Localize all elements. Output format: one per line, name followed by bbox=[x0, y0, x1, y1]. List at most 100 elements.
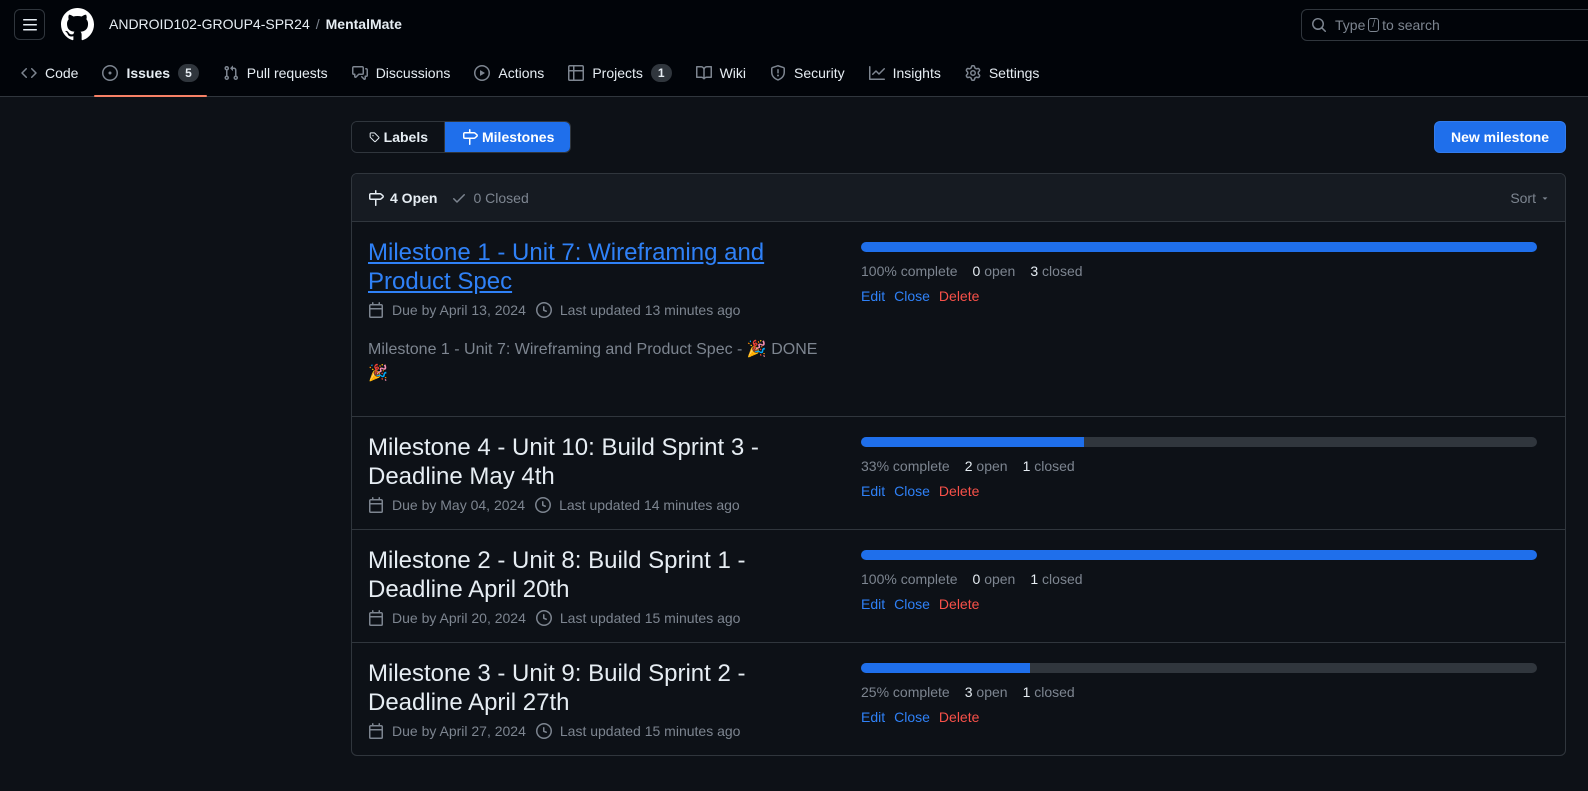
open-issues-word: open bbox=[984, 571, 1016, 587]
milestone-updated: Last updated 15 minutes ago bbox=[535, 610, 740, 626]
edit-milestone-link[interactable]: Edit bbox=[861, 288, 885, 304]
edit-milestone-link[interactable]: Edit bbox=[861, 709, 885, 725]
progress-bar bbox=[861, 663, 1537, 673]
milestone-stats: 100% complete 0 open 3 closed bbox=[861, 263, 1537, 279]
tab-pull-requests[interactable]: Pull requests bbox=[215, 56, 336, 89]
milestone-due: Due by April 20, 2024 bbox=[368, 610, 526, 626]
closed-issues-number: 1 bbox=[1022, 458, 1031, 474]
repo-header: ANDROID102-GROUP4-SPR24 / MentalMate Type … bbox=[0, 0, 1588, 97]
calendar-icon bbox=[369, 723, 383, 739]
percent-complete: 100% complete bbox=[861, 263, 958, 279]
check-icon bbox=[453, 193, 466, 203]
repo-name-link[interactable]: MentalMate bbox=[326, 16, 402, 32]
sort-label: Sort bbox=[1510, 190, 1536, 206]
delete-milestone-link[interactable]: Delete bbox=[939, 596, 979, 612]
milestone-progress: 100% complete 0 open 3 closed Edit Close… bbox=[861, 242, 1537, 304]
open-issues-count[interactable]: 0 open bbox=[973, 571, 1016, 587]
open-issues-word: open bbox=[976, 684, 1008, 700]
close-milestone-link[interactable]: Close bbox=[894, 709, 930, 725]
delete-milestone-link[interactable]: Delete bbox=[939, 709, 979, 725]
milestone-title[interactable]: Milestone 1 - Unit 7: Wireframing and Pr… bbox=[368, 238, 838, 296]
milestone-due: Due by April 13, 2024 bbox=[368, 302, 526, 318]
tab-discussions[interactable]: Discussions bbox=[344, 56, 459, 89]
close-milestone-link[interactable]: Close bbox=[894, 483, 930, 499]
progress-bar bbox=[861, 437, 1537, 447]
closed-issues-count[interactable]: 3 closed bbox=[1030, 263, 1082, 279]
delete-milestone-link[interactable]: Delete bbox=[939, 483, 979, 499]
progress-bar-fill bbox=[861, 242, 1537, 252]
close-milestone-link[interactable]: Close bbox=[894, 596, 930, 612]
open-count-label: 4 Open bbox=[390, 189, 438, 206]
triangle-down-icon bbox=[1542, 197, 1548, 200]
milestone-title[interactable]: Milestone 4 - Unit 10: Build Sprint 3 - … bbox=[368, 433, 838, 491]
open-issues-count[interactable]: 0 open bbox=[973, 263, 1016, 279]
closed-milestones-filter[interactable]: 0 Closed bbox=[451, 190, 529, 206]
milestone-row: Milestone 2 - Unit 8: Build Sprint 1 - D… bbox=[352, 530, 1565, 643]
open-issues-count[interactable]: 3 open bbox=[965, 684, 1008, 700]
milestone-meta: Due by May 04, 2024 Last updated 14 minu… bbox=[368, 497, 838, 513]
sort-dropdown[interactable]: Sort bbox=[1510, 190, 1550, 206]
closed-issues-count[interactable]: 1 closed bbox=[1023, 458, 1075, 474]
breadcrumb-separator: / bbox=[315, 16, 320, 32]
menu-button[interactable] bbox=[14, 9, 45, 40]
percent-complete: 100% complete bbox=[861, 571, 958, 587]
closed-issues-number: 1 bbox=[1030, 571, 1039, 587]
search-input[interactable]: Type / to search bbox=[1301, 9, 1588, 41]
open-issues-count[interactable]: 2 open bbox=[965, 458, 1008, 474]
repo-owner-link[interactable]: ANDROID102-GROUP4-SPR24 bbox=[109, 16, 310, 32]
closed-issues-word: closed bbox=[1042, 263, 1083, 279]
labels-button-label: Labels bbox=[383, 129, 428, 145]
closed-issues-number: 3 bbox=[1030, 263, 1039, 279]
git-pull-request-icon bbox=[224, 65, 238, 80]
milestone-updated: Last updated 15 minutes ago bbox=[535, 723, 741, 739]
tab-actions[interactable]: Actions bbox=[466, 56, 552, 89]
milestone-progress: 33% complete 2 open 1 closed Edit Close … bbox=[861, 437, 1537, 499]
issue-opened-icon bbox=[102, 64, 119, 81]
new-milestone-button[interactable]: New milestone bbox=[1433, 121, 1566, 153]
milestone-due-date: Due by April 13, 2024 bbox=[392, 302, 526, 318]
play-icon bbox=[474, 64, 491, 81]
tab-issues[interactable]: Issues 5 bbox=[94, 56, 208, 97]
milestone-info: Milestone 2 - Unit 8: Build Sprint 1 - D… bbox=[368, 546, 838, 626]
open-issues-word: open bbox=[976, 458, 1008, 474]
milestone-title[interactable]: Milestone 2 - Unit 8: Build Sprint 1 - D… bbox=[368, 546, 838, 604]
milestone-meta: Due by April 27, 2024 Last updated 15 mi… bbox=[368, 723, 838, 739]
closed-issues-count[interactable]: 1 closed bbox=[1023, 684, 1075, 700]
tab-settings[interactable]: Settings bbox=[957, 56, 1048, 89]
milestone-row: Milestone 1 - Unit 7: Wireframing and Pr… bbox=[352, 222, 1565, 417]
milestone-title[interactable]: Milestone 3 - Unit 9: Build Sprint 2 - D… bbox=[368, 659, 838, 717]
tab-label: Wiki bbox=[719, 64, 747, 81]
milestone-updated-text: Last updated 14 minutes ago bbox=[559, 497, 740, 513]
github-logo-icon[interactable] bbox=[61, 8, 94, 41]
closed-issues-count[interactable]: 1 closed bbox=[1030, 571, 1082, 587]
percent-complete: 25% complete bbox=[861, 684, 950, 700]
tab-projects[interactable]: Projects 1 bbox=[560, 56, 679, 89]
milestone-updated-text: Last updated 15 minutes ago bbox=[559, 723, 741, 739]
milestones-toolbar: Labels Milestones New milestone bbox=[351, 97, 1566, 173]
tab-security[interactable]: Security bbox=[762, 56, 853, 89]
tab-label: Code bbox=[45, 64, 79, 81]
close-milestone-link[interactable]: Close bbox=[894, 288, 930, 304]
milestone-updated: Last updated 14 minutes ago bbox=[535, 497, 740, 513]
milestones-button[interactable]: Milestones bbox=[445, 122, 571, 152]
edit-milestone-link[interactable]: Edit bbox=[861, 596, 885, 612]
labels-button[interactable]: Labels bbox=[352, 122, 445, 152]
milestones-list: 4 Open 0 Closed Sort Milestone 1 - Unit … bbox=[351, 173, 1566, 756]
milestone-stats: 100% complete 0 open 1 closed bbox=[861, 571, 1537, 587]
tab-label: Insights bbox=[892, 64, 941, 81]
tab-wiki[interactable]: Wiki bbox=[688, 56, 754, 89]
clock-icon bbox=[535, 302, 552, 318]
milestone-progress: 100% complete 0 open 1 closed Edit Close… bbox=[861, 550, 1537, 612]
milestones-list-header: 4 Open 0 Closed Sort bbox=[352, 174, 1565, 222]
open-issues-number: 2 bbox=[964, 458, 973, 474]
tab-code[interactable]: Code bbox=[13, 56, 86, 89]
tab-label: Issues bbox=[126, 64, 171, 81]
breadcrumb: ANDROID102-GROUP4-SPR24 / MentalMate bbox=[109, 16, 402, 32]
edit-milestone-link[interactable]: Edit bbox=[861, 483, 885, 499]
progress-bar bbox=[861, 550, 1537, 560]
delete-milestone-link[interactable]: Delete bbox=[939, 288, 979, 304]
tab-insights[interactable]: Insights bbox=[861, 56, 949, 89]
open-milestones-filter[interactable]: 4 Open bbox=[368, 189, 438, 206]
milestone-stats: 33% complete 2 open 1 closed bbox=[861, 458, 1537, 474]
milestone-actions: Edit Close Delete bbox=[861, 596, 1537, 612]
